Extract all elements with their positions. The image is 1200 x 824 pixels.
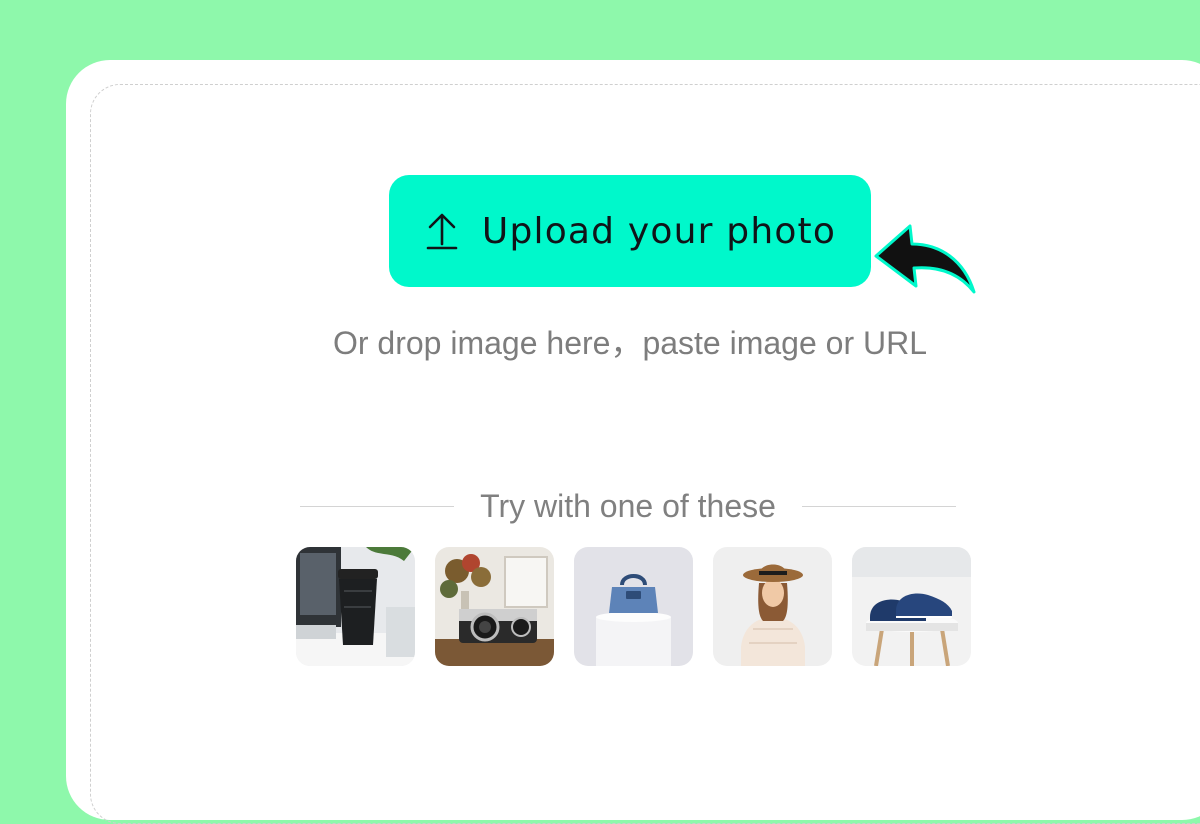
samples-heading: Try with one of these: [480, 487, 776, 524]
upload-card: [66, 60, 1200, 824]
divider-left: [300, 505, 455, 507]
drop-hint-text: Or drop image here，paste image or URL: [332, 325, 928, 361]
sample-image-blue-handbag[interactable]: [574, 547, 693, 666]
sample-image-woman-with-hat[interactable]: [713, 547, 832, 666]
sample-image-vintage-camera[interactable]: [435, 547, 554, 666]
sample-image-blue-shoes[interactable]: [852, 547, 971, 666]
sample-images: [296, 547, 971, 666]
upload-photo-button[interactable]: Upload your photo: [389, 175, 871, 287]
sample-image-coffee-cup[interactable]: [296, 547, 415, 666]
divider-right: [801, 505, 956, 507]
samples-heading-row: Try with one of these: [300, 484, 956, 528]
upload-button-label: Upload your photo: [481, 210, 837, 252]
upload-arrow-icon: [426, 213, 458, 250]
pointing-arrow-icon: [874, 224, 976, 294]
